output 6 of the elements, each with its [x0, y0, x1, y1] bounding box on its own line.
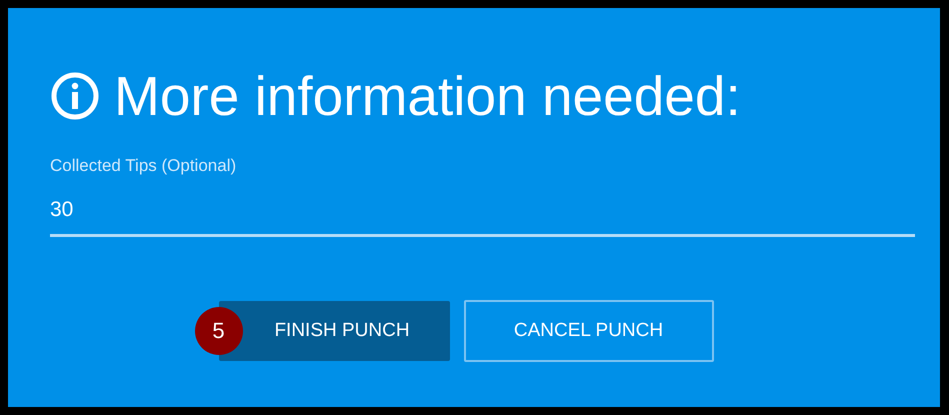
step-badge: 5: [194, 307, 242, 355]
cancel-button[interactable]: CANCEL PUNCH: [464, 300, 714, 362]
info-icon: [50, 71, 100, 121]
input-field[interactable]: 30: [50, 194, 915, 237]
dialog-title: More information needed:: [114, 64, 741, 128]
field-label: Collected Tips (Optional): [50, 156, 238, 176]
